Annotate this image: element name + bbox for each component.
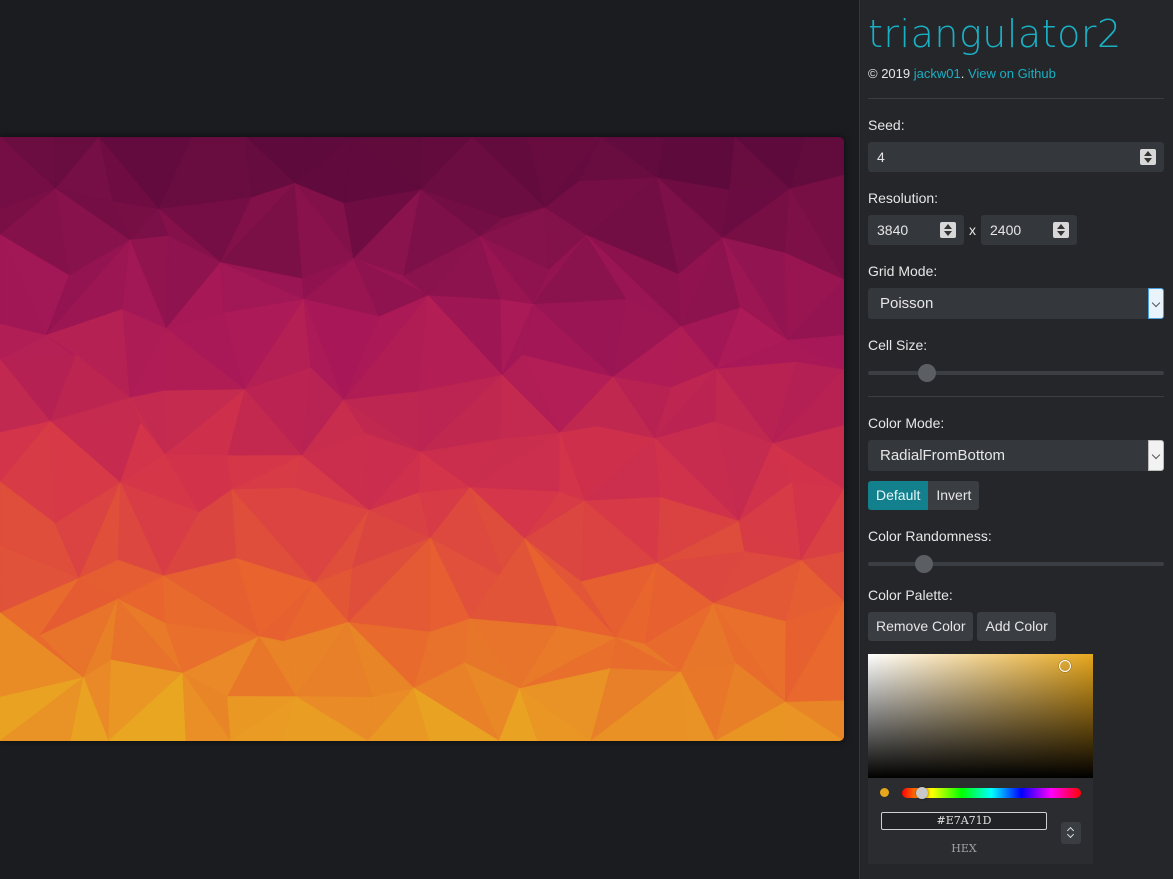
color-mode-value: RadialFromBottom	[880, 447, 1006, 464]
chevron-down-icon[interactable]	[1148, 440, 1164, 471]
hex-row: #E7A71D HEX	[868, 808, 1093, 864]
width-spinner-icon[interactable]	[940, 222, 956, 238]
color-mode-select[interactable]: RadialFromBottom	[868, 440, 1164, 471]
current-color-swatch	[880, 788, 889, 797]
slider-thumb[interactable]	[918, 364, 937, 382]
resolution-width-input[interactable]: 3840	[868, 215, 964, 245]
hue-thumb[interactable]	[916, 787, 928, 799]
slider-thumb[interactable]	[915, 555, 934, 573]
grid-mode-label: Grid Mode:	[868, 263, 938, 279]
resolution-height-input[interactable]: 2400	[981, 215, 1077, 245]
triangulation-artwork	[0, 137, 844, 741]
author-link[interactable]: jackw01	[914, 66, 961, 81]
slider-track	[868, 562, 1164, 566]
add-color-button[interactable]: Add Color	[977, 612, 1056, 641]
palette-buttons: Remove Color Add Color	[868, 612, 1164, 641]
divider	[868, 98, 1164, 99]
seed-label: Seed:	[868, 117, 905, 133]
settings-panel: triangulator2 © 2019 jackw01. View on Gi…	[859, 0, 1173, 879]
seed-input[interactable]: 4	[868, 142, 1164, 172]
hue-slider[interactable]	[902, 787, 1081, 799]
saturation-cursor[interactable]	[1059, 660, 1071, 672]
resolution-height-value: 2400	[990, 222, 1022, 238]
color-randomness-slider[interactable]	[868, 553, 1164, 573]
height-spinner-icon[interactable]	[1053, 222, 1069, 238]
credit-line: © 2019 jackw01. View on Github	[868, 66, 1164, 81]
color-direction-group: Default Invert	[868, 481, 1164, 510]
cell-size-slider[interactable]	[868, 362, 1164, 382]
slider-track	[868, 371, 1164, 375]
seed-spinner-icon[interactable]	[1140, 149, 1156, 165]
invert-button[interactable]: Invert	[928, 481, 980, 510]
resolution-separator: x	[969, 222, 976, 238]
github-link[interactable]: View on Github	[968, 66, 1056, 81]
artwork-svg	[0, 137, 844, 741]
resolution-label: Resolution:	[868, 190, 939, 206]
credit-separator: .	[960, 66, 968, 81]
hex-input[interactable]: #E7A71D	[881, 812, 1047, 830]
hue-row	[868, 778, 1093, 808]
color-palette-label: Color Palette:	[868, 587, 953, 603]
copyright-text: © 2019	[868, 66, 914, 81]
saturation-value-area[interactable]	[868, 654, 1093, 778]
cell-size-label: Cell Size:	[868, 337, 928, 353]
hex-label: HEX	[951, 842, 977, 855]
grid-mode-select[interactable]: Poisson	[868, 288, 1164, 319]
chevron-down-icon[interactable]	[1148, 288, 1164, 319]
color-randomness-label: Color Randomness:	[868, 528, 992, 544]
remove-color-button[interactable]: Remove Color	[868, 612, 974, 641]
format-toggle-icon[interactable]	[1061, 822, 1081, 844]
seed-value: 4	[877, 149, 885, 165]
grid-mode-value: Poisson	[880, 295, 934, 312]
resolution-width-value: 3840	[877, 222, 909, 238]
canvas-area	[0, 0, 858, 879]
color-picker: #E7A71D HEX	[868, 654, 1093, 864]
default-button[interactable]: Default	[868, 481, 929, 510]
divider	[868, 396, 1164, 397]
resolution-row: 3840 x 2400	[868, 215, 1164, 245]
color-mode-label: Color Mode:	[868, 415, 945, 431]
app-title: triangulator2	[868, 12, 1122, 56]
